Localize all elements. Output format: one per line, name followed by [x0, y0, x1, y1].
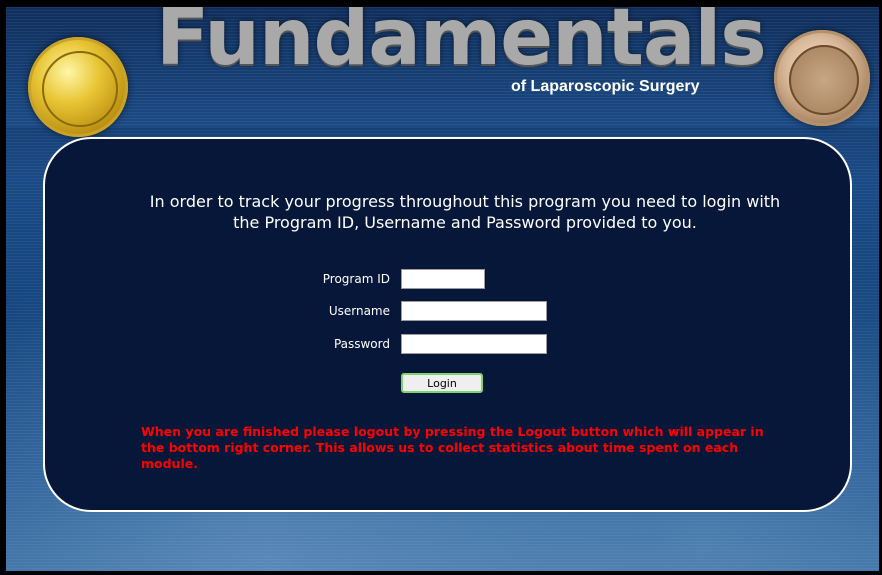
- username-row: Username: [45, 301, 854, 323]
- gold-emblem-seal-icon: [28, 37, 128, 137]
- app-frame: Fundamentals of Laparoscopic Surgery In …: [6, 7, 879, 571]
- login-button[interactable]: Login: [401, 373, 483, 393]
- password-input[interactable]: [401, 334, 547, 354]
- college-seal-icon: [774, 30, 870, 126]
- program-id-label: Program ID: [322, 272, 390, 286]
- username-label: Username: [328, 304, 390, 318]
- site-title: Fundamentals: [156, 7, 767, 83]
- intro-text: In order to track your progress througho…: [149, 192, 781, 232]
- program-id-row: Program ID: [45, 269, 854, 291]
- logout-notice: When you are finished please logout by p…: [141, 424, 764, 471]
- site-subtitle: of Laparoscopic Surgery: [511, 78, 700, 95]
- seal-inner-ring: [42, 51, 118, 127]
- password-row: Password: [45, 334, 854, 356]
- login-panel: In order to track your progress througho…: [43, 137, 852, 512]
- seal-inner-ring: [789, 45, 859, 115]
- username-input[interactable]: [401, 301, 547, 321]
- password-label: Password: [333, 337, 390, 351]
- program-id-input[interactable]: [401, 269, 485, 289]
